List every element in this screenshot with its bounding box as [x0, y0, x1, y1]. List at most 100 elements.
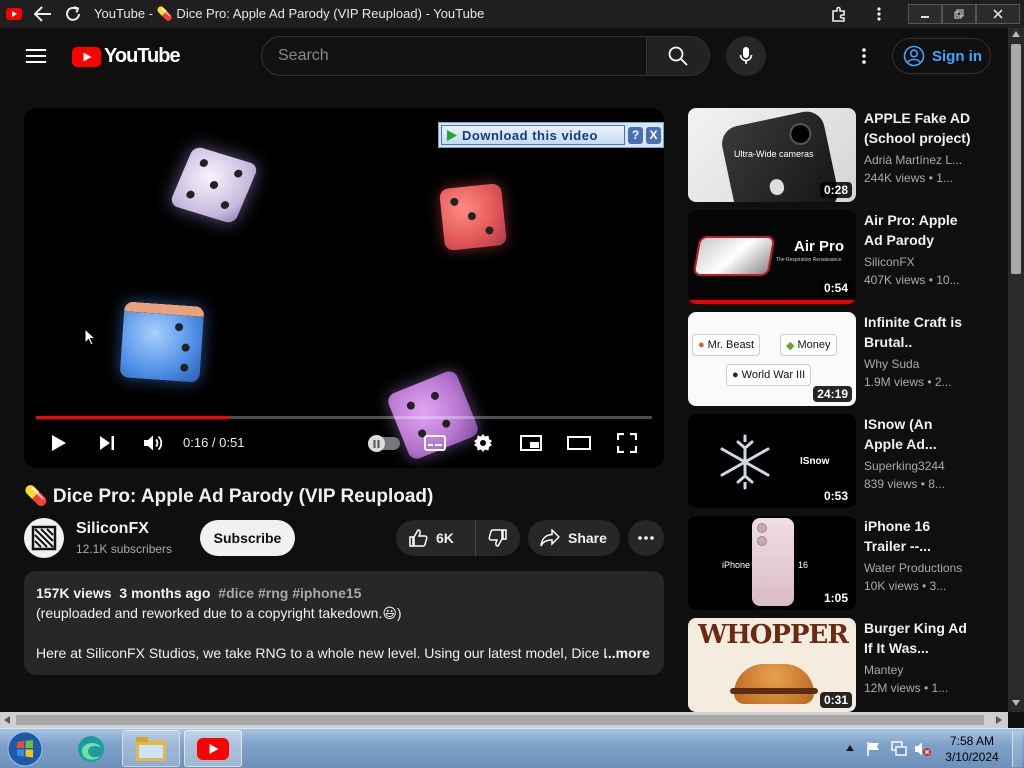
- dislike-button[interactable]: [476, 520, 520, 556]
- video-title[interactable]: Infinite Craft is Brutal..: [864, 312, 972, 352]
- taskbar-file-explorer[interactable]: [122, 730, 180, 767]
- mute-button[interactable]: [138, 426, 168, 460]
- horizontal-scroll-thumb[interactable]: [16, 715, 984, 725]
- craft-chip: ● Mr. Beast: [692, 334, 761, 356]
- channel-name[interactable]: Water Productions: [864, 561, 972, 575]
- channel-avatar[interactable]: [24, 518, 64, 558]
- more-actions-button[interactable]: [628, 520, 664, 556]
- volume-muted-icon[interactable]: [914, 741, 932, 757]
- scroll-left-icon[interactable]: [4, 716, 10, 724]
- recommendation-item[interactable]: ● Mr. Beast ◆ Money ● World War III 24:19 I…: [688, 312, 988, 406]
- search-input[interactable]: [262, 37, 646, 75]
- start-button[interactable]: [4, 730, 46, 768]
- settings-more-icon[interactable]: [850, 40, 878, 72]
- video-thumbnail[interactable]: Air Pro The Respiration Renaissance 0:54: [688, 210, 856, 304]
- play-button[interactable]: [44, 426, 74, 460]
- share-button[interactable]: Share: [528, 520, 620, 556]
- restore-button[interactable]: [942, 4, 976, 24]
- windows-taskbar: 7:58 AM 3/10/2024: [0, 728, 1024, 768]
- scroll-right-icon[interactable]: [996, 716, 1002, 724]
- network-icon[interactable]: [890, 741, 908, 757]
- airpods-case-graphic: [692, 236, 776, 276]
- tray-expand-icon[interactable]: [846, 745, 854, 751]
- extensions-icon[interactable]: [824, 0, 854, 28]
- volume-icon: [144, 435, 163, 451]
- video-thumbnail[interactable]: ISnow 0:53: [688, 414, 856, 508]
- channel-name[interactable]: Adrià Martínez L...: [864, 153, 972, 167]
- browser-menu-icon[interactable]: [864, 0, 894, 28]
- show-desktop-button[interactable]: [1012, 731, 1022, 767]
- back-icon[interactable]: [28, 0, 58, 28]
- video-thumbnail[interactable]: WHOPPER 0:31: [688, 618, 856, 712]
- youtube-logo[interactable]: YouTube: [72, 45, 181, 68]
- hamburger-menu-icon[interactable]: [20, 40, 52, 72]
- download-help-button[interactable]: ?: [628, 126, 643, 144]
- vertical-scrollbar[interactable]: [1008, 28, 1024, 712]
- close-window-button[interactable]: [976, 4, 1020, 24]
- channel-name[interactable]: Superking3244: [864, 459, 972, 473]
- video-thumbnail[interactable]: Ultra-Wide cameras 0:28: [688, 108, 856, 202]
- video-duration: 1:05: [819, 590, 852, 606]
- video-title[interactable]: iPhone 16 Trailer --...: [864, 516, 972, 556]
- subscribe-button[interactable]: Subscribe: [200, 520, 295, 556]
- craft-chip: ● World War III: [726, 364, 812, 386]
- subtitles-button[interactable]: [420, 426, 450, 460]
- recommendation-item[interactable]: Air Pro The Respiration Renaissance 0:54…: [688, 210, 988, 304]
- action-center-flag-icon[interactable]: [866, 741, 882, 757]
- share-label: Share: [568, 530, 607, 546]
- video-title[interactable]: Air Pro: Apple Ad Parody: [864, 210, 972, 250]
- search-box[interactable]: [261, 36, 647, 76]
- vertical-scroll-thumb[interactable]: [1011, 44, 1021, 274]
- scroll-up-icon[interactable]: [1012, 31, 1020, 37]
- recommendation-item[interactable]: WHOPPER 0:31 Burger King Ad If It Was...…: [688, 618, 988, 712]
- video-player[interactable]: Download this video ? X 0:16 / 0:51: [24, 108, 664, 468]
- miniplayer-button[interactable]: [516, 426, 546, 460]
- channel-name[interactable]: SiliconFX: [76, 520, 149, 538]
- fullscreen-button[interactable]: [612, 426, 642, 460]
- voice-search-button[interactable]: [726, 36, 766, 76]
- title-line: APPLE Fake AD: [864, 110, 971, 126]
- video-title[interactable]: APPLE Fake AD (School project): [864, 108, 972, 148]
- green-play-icon: [447, 129, 457, 141]
- search-button[interactable]: [646, 36, 710, 76]
- sign-in-button[interactable]: Sign in: [892, 38, 991, 74]
- video-title[interactable]: ISnow (An Apple Ad...: [864, 414, 972, 454]
- youtube-app-icon: [197, 737, 229, 760]
- next-button[interactable]: [92, 426, 122, 460]
- recommendation-item[interactable]: iPhone 16 1:05 iPhone 16 Trailer --... W…: [688, 516, 988, 610]
- autoplay-toggle[interactable]: [368, 435, 400, 452]
- channel-name[interactable]: Why Suda: [864, 357, 972, 371]
- minimize-button[interactable]: [908, 4, 942, 24]
- video-progress-bar[interactable]: [36, 416, 652, 419]
- taskbar-youtube[interactable]: [184, 730, 242, 767]
- thumbs-up-icon: [409, 529, 428, 547]
- description-more-button[interactable]: ...more: [604, 643, 650, 663]
- channel-name[interactable]: Mantey: [864, 663, 972, 677]
- video-title[interactable]: Burger King Ad If It Was...: [864, 618, 972, 658]
- browser-title-bar: YouTube - 💊 Dice Pro: Apple Ad Parody (V…: [0, 0, 1024, 28]
- video-thumbnail[interactable]: iPhone 16 1:05: [688, 516, 856, 610]
- player-controls: 0:16 / 0:51: [24, 426, 664, 460]
- reload-icon[interactable]: [58, 0, 88, 28]
- video-stats: 407K views • 10...: [864, 273, 960, 287]
- title-line: Brutal..: [864, 334, 913, 350]
- channel-name[interactable]: SiliconFX: [864, 255, 972, 269]
- craft-chip: ◆ Money: [780, 334, 837, 356]
- recommendation-item[interactable]: Ultra-Wide cameras 0:28 APPLE Fake AD (S…: [688, 108, 988, 202]
- system-clock[interactable]: 7:58 AM 3/10/2024: [938, 733, 1006, 765]
- video-duration: 0:53: [819, 488, 852, 504]
- download-video-button[interactable]: Download this video: [441, 125, 625, 145]
- settings-button[interactable]: [468, 426, 498, 460]
- recommendation-item[interactable]: ISnow 0:53 ISnow (An Apple Ad... Superki…: [688, 414, 988, 508]
- taskbar-edge-browser[interactable]: [62, 730, 120, 767]
- like-button[interactable]: 6K: [396, 520, 476, 556]
- thumbnail-text: Ultra-Wide cameras: [734, 149, 814, 159]
- title-line: If It Was...: [864, 640, 929, 656]
- scroll-down-icon[interactable]: [1012, 700, 1020, 706]
- description-box[interactable]: 157K views 3 months ago #dice #rng #ipho…: [24, 571, 664, 675]
- video-thumbnail[interactable]: ● Mr. Beast ◆ Money ● World War III 24:19: [688, 312, 856, 406]
- theater-mode-button[interactable]: [564, 426, 594, 460]
- download-close-button[interactable]: X: [646, 126, 661, 144]
- hashtags[interactable]: #dice #rng #iphone15: [218, 585, 361, 601]
- horizontal-scrollbar[interactable]: [0, 712, 1008, 728]
